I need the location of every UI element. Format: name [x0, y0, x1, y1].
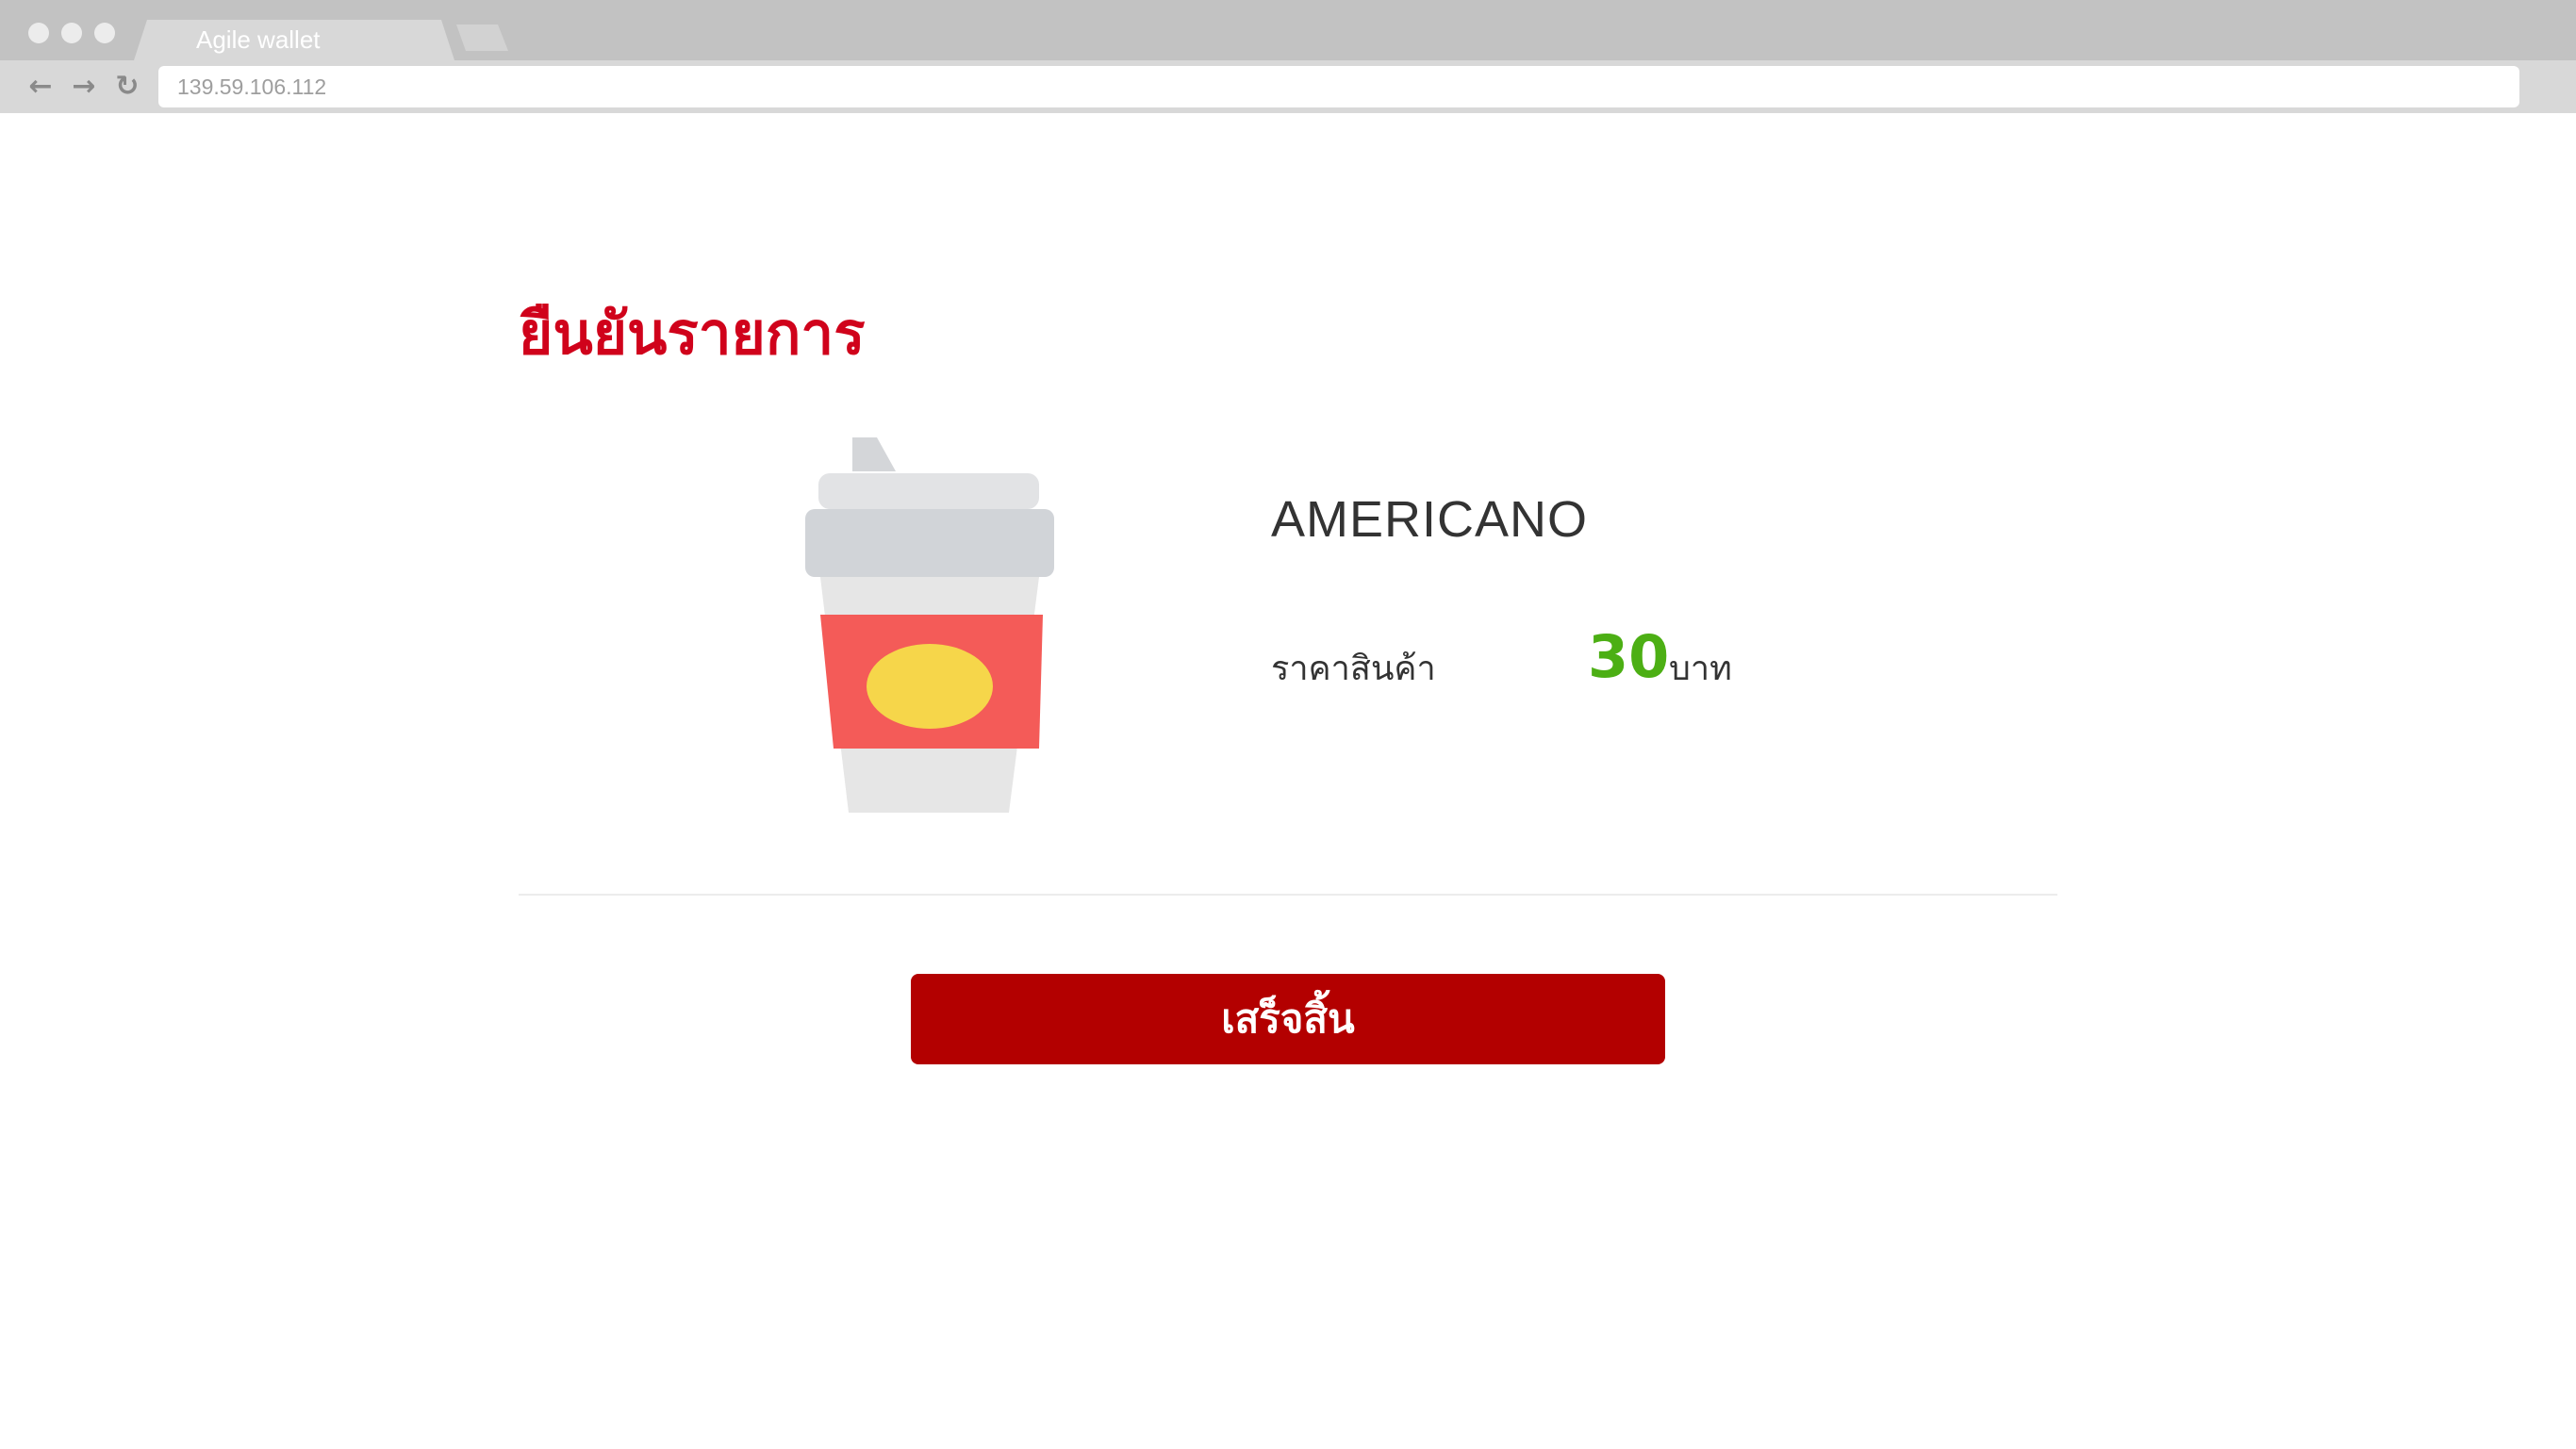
product-name: AMERICANO: [1271, 491, 1589, 548]
cup-logo: [867, 644, 993, 729]
page-title: ยืนยันรายการ: [519, 299, 866, 368]
reload-icon[interactable]: ↻: [111, 70, 143, 104]
cup-lid: [805, 509, 1054, 577]
done-button[interactable]: เสร็จสิ้น: [911, 974, 1665, 1064]
coffee-cup-icon: [805, 437, 1054, 813]
minimize-window-dot[interactable]: [61, 23, 82, 43]
close-window-dot[interactable]: [28, 23, 49, 43]
new-tab-button[interactable]: [456, 25, 508, 51]
browser-tab[interactable]: Agile wallet: [134, 20, 454, 60]
address-text: 139.59.106.112: [177, 74, 327, 99]
cup-lid-top: [818, 473, 1039, 509]
divider: [519, 894, 2057, 896]
cup-spout: [852, 437, 896, 471]
address-bar[interactable]: 139.59.106.112: [158, 66, 2519, 107]
price-unit: บาท: [1669, 650, 1732, 688]
price-value: 30: [1588, 622, 1670, 691]
forward-arrow-icon[interactable]: →: [68, 70, 100, 104]
maximize-window-dot[interactable]: [94, 23, 115, 43]
price-label: ราคาสินค้า: [1271, 650, 1436, 688]
back-arrow-icon[interactable]: ←: [25, 70, 57, 104]
tab-title: Agile wallet: [196, 25, 321, 54]
